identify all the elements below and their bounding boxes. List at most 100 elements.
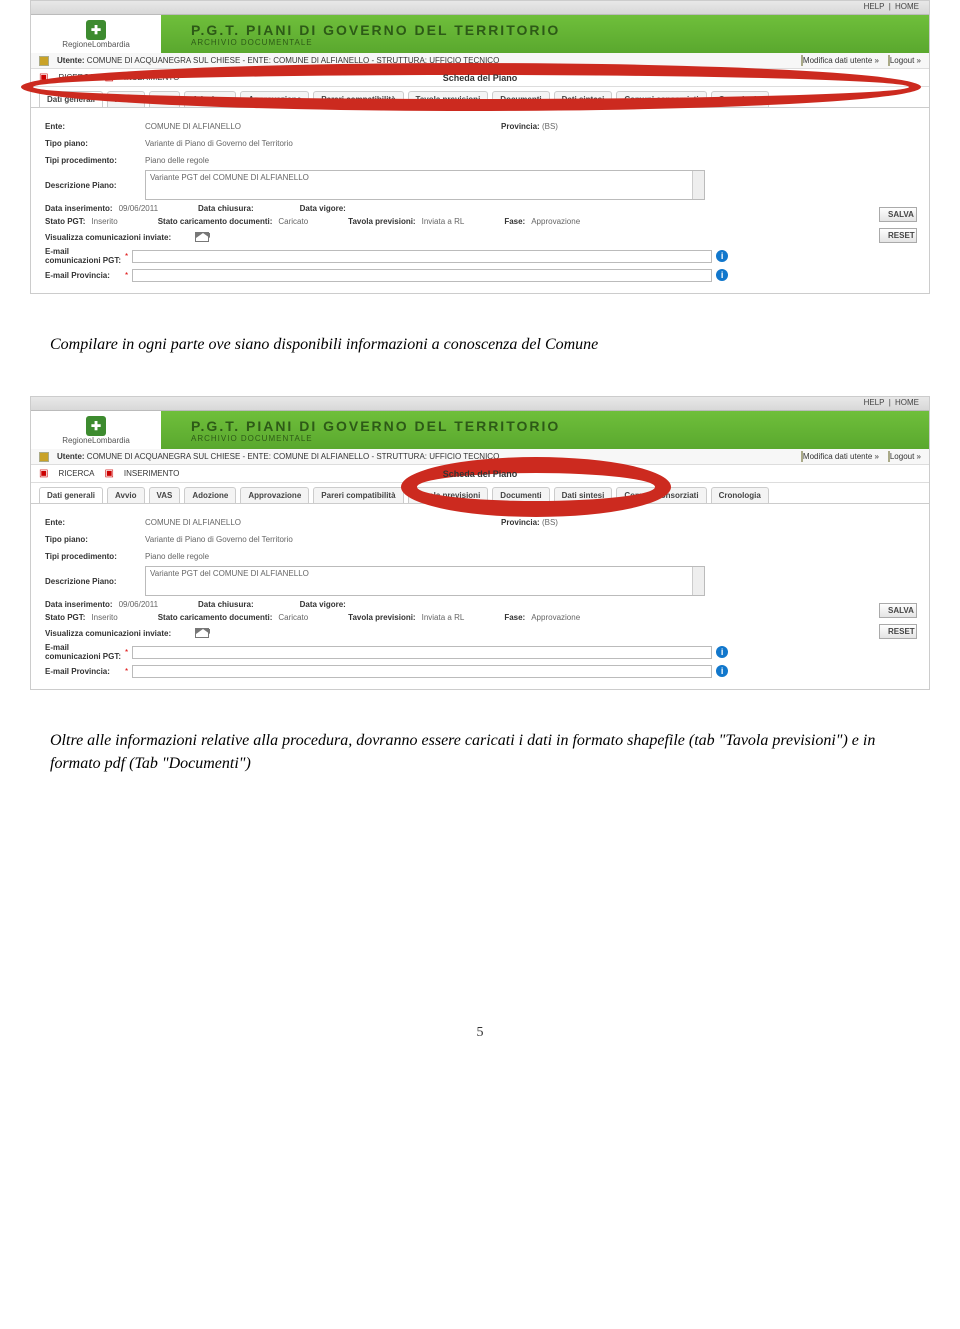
tab-pareri[interactable]: Pareri compatibilità: [313, 487, 403, 503]
help-link[interactable]: HELP: [864, 398, 885, 407]
scheda-title: Scheda del Piano: [31, 469, 929, 479]
header: ✚ RegioneLombardia P.G.T. PIANI DI GOVER…: [31, 15, 929, 53]
statopgt-label: Stato PGT:: [45, 217, 85, 226]
tab-dati-generali[interactable]: Dati generali: [39, 91, 103, 107]
mail-icon[interactable]: [195, 232, 209, 242]
scrollbar-icon[interactable]: [692, 171, 704, 199]
scrollbar-icon[interactable]: [692, 567, 704, 595]
emprov-input[interactable]: [132, 665, 712, 678]
logout-link[interactable]: Logout »: [890, 56, 921, 65]
logout-link[interactable]: Logout »: [890, 452, 921, 461]
tab-approvazione[interactable]: Approvazione: [240, 91, 309, 107]
reset-button[interactable]: RESET: [879, 228, 917, 243]
statocaric-value: Caricato: [278, 217, 308, 226]
tabstrip: Dati generali Avvio VAS Adozione Approva…: [31, 483, 929, 504]
tavprev-value: Inviata a RL: [422, 613, 465, 622]
tab-documenti[interactable]: Documenti: [492, 487, 549, 503]
tipiproc-label: Tipi procedimento:: [45, 552, 145, 561]
home-link[interactable]: HOME: [895, 2, 919, 11]
tab-dati-sintesi[interactable]: Dati sintesi: [554, 487, 613, 503]
tab-tavola-previsioni[interactable]: Tavola previsioni: [408, 91, 489, 107]
app-title: P.G.T. PIANI DI GOVERNO DEL TERRITORIO: [191, 22, 929, 38]
tab-dati-sintesi[interactable]: Dati sintesi: [554, 91, 613, 107]
info-icon[interactable]: i: [716, 250, 728, 262]
screenshot-2: HELP | HOME ✚ RegioneLombardia P.G.T. PI…: [30, 396, 930, 690]
tab-avvio[interactable]: Avvio: [107, 91, 145, 107]
tab-adozione[interactable]: Adozione: [184, 487, 236, 503]
tab-comuni-consorziati[interactable]: Comuni consorziati: [616, 91, 706, 107]
tipopiano-value: Variante di Piano di Governo del Territo…: [145, 139, 293, 148]
empgt-input[interactable]: [132, 250, 712, 263]
descrizione-label: Descrizione Piano:: [45, 181, 145, 190]
tab-vas[interactable]: VAS: [149, 91, 181, 107]
app-title: P.G.T. PIANI DI GOVERNO DEL TERRITORIO: [191, 418, 929, 434]
utente-label: Utente:: [57, 452, 85, 461]
tab-cronologia[interactable]: Cronologia: [711, 91, 769, 107]
tabstrip: Dati generali Avvio VAS Adozione Approva…: [31, 87, 929, 108]
datavig-label: Data vigore:: [300, 204, 346, 213]
statocaric-label: Stato caricamento documenti:: [158, 613, 273, 622]
caption-2: Oltre alle informazioni relative alla pr…: [50, 730, 910, 775]
tipiproc-label: Tipi procedimento:: [45, 156, 145, 165]
descrizione-textarea[interactable]: Variante PGT del COMUNE DI ALFIANELLO: [145, 566, 705, 596]
tab-pareri[interactable]: Pareri compatibilità: [313, 91, 403, 107]
required-icon: *: [125, 648, 128, 657]
datains-label: Data inserimento:: [45, 204, 113, 213]
tab-cronologia[interactable]: Cronologia: [711, 487, 769, 503]
descrizione-value: Variante PGT del COMUNE DI ALFIANELLO: [150, 173, 309, 182]
datachiu-label: Data chiusura:: [198, 600, 254, 609]
utente-value: COMUNE DI ACQUANEGRA SUL CHIESE - ENTE: …: [87, 56, 500, 65]
empgt-label: E-mail comunicazioni PGT:: [45, 247, 125, 265]
tab-adozione[interactable]: Adozione: [184, 91, 236, 107]
ente-label: Ente:: [45, 122, 145, 131]
modifica-dati-link[interactable]: Modifica dati utente »: [803, 452, 879, 461]
reset-button[interactable]: RESET: [879, 624, 917, 639]
datavig-label: Data vigore:: [300, 600, 346, 609]
tab-approvazione[interactable]: Approvazione: [240, 487, 309, 503]
tavprev-label: Tavola previsioni:: [348, 217, 415, 226]
descrizione-label: Descrizione Piano:: [45, 577, 145, 586]
required-icon: *: [125, 667, 128, 676]
statopgt-value: Inserito: [91, 217, 117, 226]
ente-value: COMUNE DI ALFIANELLO: [145, 518, 241, 527]
navbar: ▣ RICERCA ▣ INSERIMENTO Scheda del Piano: [31, 465, 929, 483]
header: ✚ RegioneLombardia P.G.T. PIANI DI GOVER…: [31, 411, 929, 449]
fase-value: Approvazione: [531, 613, 580, 622]
info-icon[interactable]: i: [716, 269, 728, 281]
region-label: RegioneLombardia: [62, 40, 130, 49]
tipiproc-value: Piano delle regole: [145, 156, 209, 165]
app-subtitle: ARCHIVIO DOCUMENTALE: [191, 38, 929, 47]
screenshot-1: HELP | HOME ✚ RegioneLombardia P.G.T. PI…: [30, 0, 930, 294]
tab-tavola-previsioni[interactable]: Tavola previsioni: [408, 487, 489, 503]
userbar: Utente: COMUNE DI ACQUANEGRA SUL CHIESE …: [31, 449, 929, 465]
info-icon[interactable]: i: [716, 646, 728, 658]
topbar: HELP | HOME: [31, 397, 929, 411]
tab-vas[interactable]: VAS: [149, 487, 181, 503]
modifica-dati-link[interactable]: Modifica dati utente »: [803, 56, 879, 65]
statocaric-label: Stato caricamento documenti:: [158, 217, 273, 226]
required-icon: *: [125, 252, 128, 261]
ente-value: COMUNE DI ALFIANELLO: [145, 122, 241, 131]
form-area: Ente: COMUNE DI ALFIANELLO Provincia: (B…: [31, 504, 929, 689]
home-link[interactable]: HOME: [895, 398, 919, 407]
salva-button[interactable]: SALVA: [879, 207, 917, 222]
datains-value: 09/06/2011: [119, 600, 158, 609]
tab-comuni-consorziati[interactable]: Comuni consorziati: [616, 487, 706, 503]
statopgt-label: Stato PGT:: [45, 613, 85, 622]
mail-icon[interactable]: [195, 628, 209, 638]
help-link[interactable]: HELP: [864, 2, 885, 11]
tab-documenti[interactable]: Documenti: [492, 91, 549, 107]
logo-icon: ✚: [86, 416, 106, 436]
descrizione-textarea[interactable]: Variante PGT del COMUNE DI ALFIANELLO: [145, 170, 705, 200]
utente-value: COMUNE DI ACQUANEGRA SUL CHIESE - ENTE: …: [87, 452, 500, 461]
emprov-input[interactable]: [132, 269, 712, 282]
tab-dati-generali[interactable]: Dati generali: [39, 487, 103, 503]
topbar: HELP | HOME: [31, 1, 929, 15]
statopgt-value: Inserito: [91, 613, 117, 622]
info-icon[interactable]: i: [716, 665, 728, 677]
logo-icon: ✚: [86, 20, 106, 40]
salva-button[interactable]: SALVA: [879, 603, 917, 618]
tab-avvio[interactable]: Avvio: [107, 487, 145, 503]
empgt-input[interactable]: [132, 646, 712, 659]
utente-label: Utente:: [57, 56, 85, 65]
